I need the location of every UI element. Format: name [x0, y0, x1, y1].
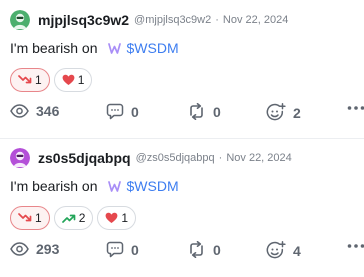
reaction-bearish[interactable]: 1: [10, 206, 50, 230]
post-body: I'm bearish on: [10, 40, 98, 56]
reaction-count: 1: [77, 73, 85, 87]
views-stat[interactable]: 293: [10, 241, 59, 257]
post-header: zs0s5djqabpq @zs0s5djqabpq · Nov 22, 202…: [10, 147, 292, 169]
views-count: 346: [36, 103, 60, 119]
more-button[interactable]: [347, 243, 364, 249]
reaction-count: 1: [35, 211, 42, 225]
repost-icon: [187, 103, 206, 120]
post-body: I'm bearish on: [10, 178, 98, 194]
add-reaction-icon: [266, 103, 286, 122]
post-text: I'm bearish on $WSDM: [10, 178, 179, 194]
avatar[interactable]: [10, 10, 30, 30]
reaction-bar: 1 1: [10, 68, 93, 92]
views-stat[interactable]: 346: [10, 103, 59, 119]
repost-icon: [187, 241, 206, 258]
trend-up-icon: [61, 212, 76, 224]
comment-icon: [106, 103, 124, 120]
post-text: I'm bearish on $WSDM: [10, 40, 179, 56]
separator: ·: [215, 14, 219, 26]
reposts-count: 0: [213, 103, 221, 120]
reposts-count: 0: [213, 241, 221, 258]
comment-button[interactable]: 0: [106, 103, 139, 120]
reaction-bar: 1 2 1: [10, 206, 137, 230]
trend-down-icon: [18, 212, 32, 224]
cashtag-link[interactable]: $WSDM: [127, 40, 179, 56]
comment-button[interactable]: 0: [106, 241, 139, 258]
post-card[interactable]: zs0s5djqabpq @zs0s5djqabpq · Nov 22, 202…: [0, 138, 364, 277]
wsdm-logo-icon: [107, 42, 121, 54]
add-reaction-button[interactable]: 2: [266, 103, 301, 122]
reactions-count: 4: [293, 242, 301, 259]
reaction-bullish[interactable]: 2: [53, 206, 94, 230]
heart-icon: [62, 74, 75, 86]
separator: ·: [218, 152, 223, 164]
comment-icon: [106, 241, 124, 258]
repost-button[interactable]: 0: [187, 103, 221, 120]
reactions-count: 2: [293, 104, 301, 121]
more-button[interactable]: [347, 105, 364, 111]
post-header: mjpjlsq3c9w2 @mjpjlsq3c9w2 · Nov 22, 202…: [10, 9, 288, 31]
heart-icon: [105, 212, 118, 224]
comments-count: 0: [131, 103, 139, 120]
post-date: Nov 22, 2024: [222, 14, 289, 26]
cashtag-link[interactable]: $WSDM: [127, 178, 179, 194]
post-actions: 293 0 0 4: [10, 241, 364, 263]
reaction-count: 2: [78, 211, 86, 225]
reaction-bearish[interactable]: 1: [10, 68, 50, 92]
reaction-heart[interactable]: 1: [97, 206, 137, 230]
eye-icon: [10, 104, 29, 118]
wsdm-logo-icon: [107, 180, 121, 192]
views-count: 293: [36, 241, 60, 257]
more-icon: [347, 105, 364, 111]
add-reaction-icon: [266, 241, 286, 260]
post-actions: 346 0 0 2: [10, 103, 364, 125]
reaction-heart[interactable]: 1: [53, 68, 93, 92]
comments-count: 0: [131, 241, 139, 258]
avatar[interactable]: [10, 148, 30, 168]
username[interactable]: zs0s5djqabpq: [38, 150, 131, 166]
add-reaction-button[interactable]: 4: [266, 241, 301, 260]
eye-icon: [10, 242, 29, 256]
post-card[interactable]: mjpjlsq3c9w2 @mjpjlsq3c9w2 · Nov 22, 202…: [0, 0, 364, 138]
more-icon: [347, 243, 364, 249]
reaction-count: 1: [121, 211, 129, 225]
user-handle[interactable]: @zs0s5djqabpq: [136, 152, 215, 164]
user-handle[interactable]: @mjpjlsq3c9w2: [134, 14, 211, 26]
trend-down-icon: [18, 74, 32, 86]
username[interactable]: mjpjlsq3c9w2: [38, 12, 129, 28]
post-date: Nov 22, 2024: [226, 152, 292, 164]
repost-button[interactable]: 0: [187, 241, 221, 258]
reaction-count: 1: [35, 73, 42, 87]
